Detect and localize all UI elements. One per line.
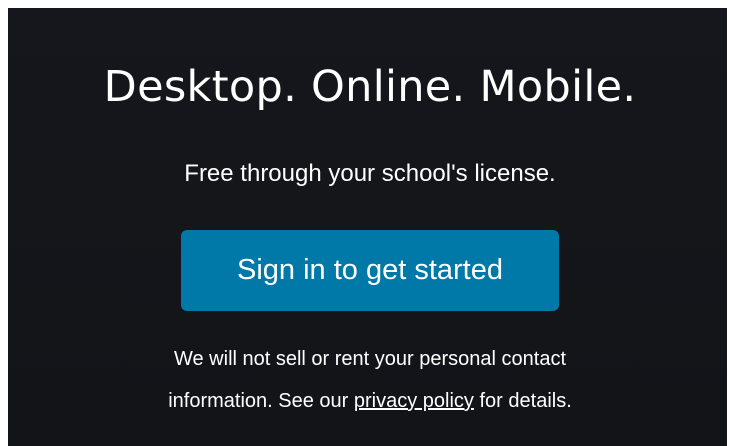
sign-in-button[interactable]: Sign in to get started bbox=[181, 230, 559, 311]
privacy-notice-line-2: information. See our privacy policy for … bbox=[0, 380, 731, 422]
privacy-notice-prefix: information. See our bbox=[168, 390, 354, 412]
page-frame: Desktop. Online. Mobile. Free through yo… bbox=[0, 0, 731, 446]
privacy-policy-link[interactable]: privacy policy bbox=[354, 390, 474, 412]
sign-in-button-label: Sign in to get started bbox=[237, 254, 503, 286]
headline: Desktop. Online. Mobile. bbox=[103, 62, 637, 112]
subhead: Free through your school's license. bbox=[184, 160, 556, 187]
privacy-notice-suffix: for details. bbox=[473, 390, 572, 412]
privacy-notice-line-1: We will not sell or rent your personal c… bbox=[173, 348, 567, 370]
privacy-notice: We will not sell or rent your personal c… bbox=[0, 338, 731, 422]
